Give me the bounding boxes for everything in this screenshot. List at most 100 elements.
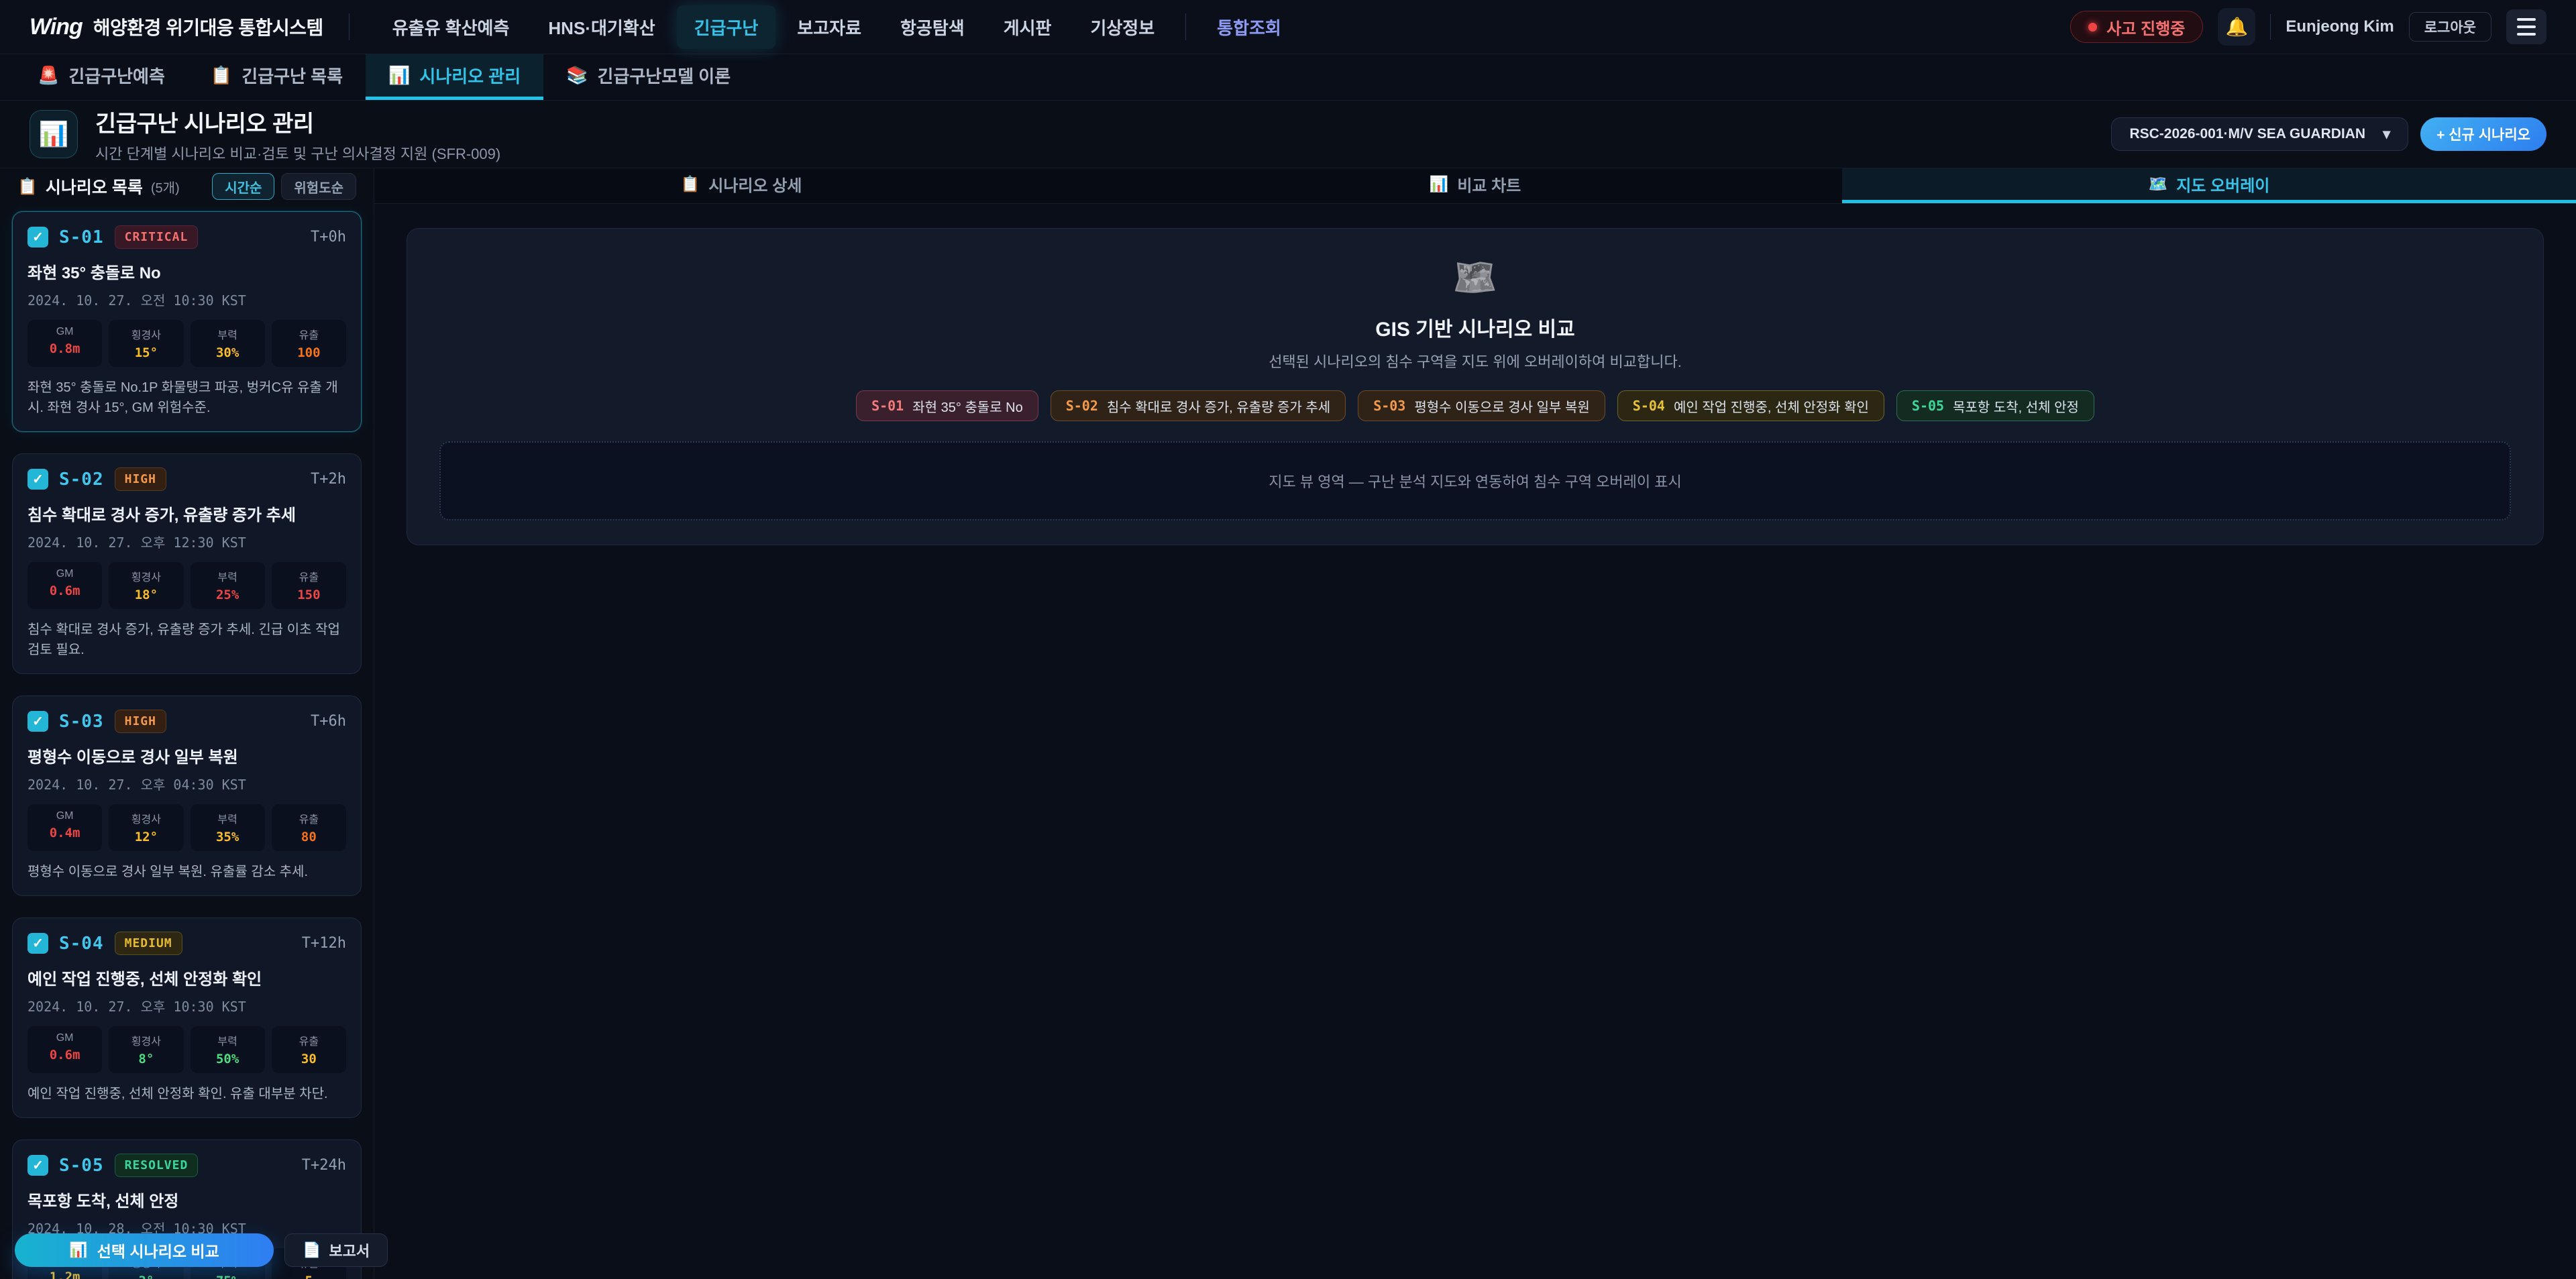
user-name: Eunjeong Kim [2286,17,2394,36]
metric-buoyancy: 부력25% [191,562,265,609]
metric-spill: 유출30 [272,1026,346,1073]
nav-item-weather[interactable]: 기상정보 [1073,5,1172,49]
app-logo: Wing 해양환경 위기대응 통합시스템 [30,13,323,40]
tab-map-overlay[interactable]: 🗺️ 지도 오버레이 [1842,168,2576,203]
scenario-checkbox[interactable]: ✓ [28,469,48,490]
scenario-title: 평형수 이동으로 경사 일부 복원 [28,744,346,767]
scenario-code: S-04 [59,934,104,954]
check-icon: ✓ [32,1157,44,1174]
scenario-chips: S-01 좌현 35° 충돌로 No S-02 침수 확대로 경사 증가, 유출… [856,390,2094,421]
sort-by-risk-button[interactable]: 위험도순 [281,173,356,200]
tab-scenario-management[interactable]: 📊 시나리오 관리 [366,54,543,100]
content: 📋 시나리오 목록 (5개) 시간순 위험도순 ✓ S-01 CRITICAL … [0,168,2576,1279]
scenario-description: 침수 확대로 경사 증가, 유출량 증가 추세. 긴급 이초 작업 검토 필요. [28,620,346,660]
scenario-title: 좌현 35° 충돌로 No [28,260,346,283]
chart-icon: 📊 [388,65,410,86]
top-navbar: Wing 해양환경 위기대응 통합시스템 유출유 확산예측 HNS·대기확산 긴… [0,0,2576,54]
tab-rescue-list[interactable]: 📋 긴급구난 목록 [188,54,366,100]
main-nav: 유출유 확산예측 HNS·대기확산 긴급구난 보고자료 항공탐색 게시판 기상정… [375,5,1299,49]
case-select-dropdown[interactable]: RSC-2026-001·M/V SEA GUARDIAN ▾ [2111,117,2408,151]
sub-navigation: 🚨 긴급구난예측 📋 긴급구난 목록 📊 시나리오 관리 📚 긴급구난모델 이론 [0,54,2576,101]
notifications-button[interactable]: 🔔 [2218,8,2255,46]
chip-code: S-02 [1066,398,1098,414]
tab-scenario-detail[interactable]: 📋 시나리오 상세 [374,168,1108,203]
tab-compare-chart[interactable]: 📊 비교 차트 [1108,168,1842,203]
scenario-checkbox[interactable]: ✓ [28,1155,48,1176]
scenario-card-s04[interactable]: ✓ S-04 MEDIUM T+12h 예인 작업 진행중, 선체 안정화 확인… [12,917,362,1118]
chip-label: 좌현 35° 충돌로 No [912,396,1022,416]
page-subtitle: 시간 단계별 시나리오 비교·검토 및 구난 의사결정 지원 (SFR-009) [95,142,500,164]
chart-icon: 📊 [1430,175,1449,193]
nav-item-integrated-search[interactable]: 통합조회 [1199,5,1299,49]
sort-by-time-button[interactable]: 시간순 [212,173,274,200]
map-view-placeholder: 지도 뷰 영역 — 구난 분석 지도와 연동하여 침수 구역 오버레이 표시 [439,441,2511,520]
scenario-list[interactable]: ✓ S-01 CRITICAL T+0h 좌현 35° 충돌로 No 2024.… [0,205,374,1279]
chip-label: 평형수 이동으로 경사 일부 복원 [1414,396,1589,416]
nav-item-rescue[interactable]: 긴급구난 [677,5,776,49]
chip-s01[interactable]: S-01 좌현 35° 충돌로 No [856,390,1038,421]
scenario-title: 예인 작업 진행중, 선체 안정화 확인 [28,966,346,989]
chevron-down-icon: ▾ [2383,125,2390,143]
metric-gm: GM0.6m [28,562,102,609]
nav-item-aerial-search[interactable]: 항공탐색 [883,5,982,49]
world-map-icon: 🗺️ [1452,257,1497,299]
scenario-card-s01[interactable]: ✓ S-01 CRITICAL T+0h 좌현 35° 충돌로 No 2024.… [12,211,362,432]
sidebar-title: 시나리오 목록 [46,174,143,199]
footer-actions: 📊 선택 시나리오 비교 📄 보고서 [15,1233,388,1267]
gis-subtitle: 선택된 시나리오의 침수 구역을 지도 위에 오버레이하여 비교합니다. [1269,350,1682,372]
compare-scenarios-button[interactable]: 📊 선택 시나리오 비교 [15,1233,274,1267]
tab-rescue-prediction[interactable]: 🚨 긴급구난예측 [15,54,188,100]
metric-buoyancy: 부력50% [191,1026,265,1073]
scenario-checkbox[interactable]: ✓ [28,711,48,732]
scenario-description: 평형수 이동으로 경사 일부 복원. 유출률 감소 추세. [28,862,346,882]
page-title: 긴급구난 시나리오 관리 [95,105,500,138]
navbar-right: 사고 진행중 🔔 Eunjeong Kim 로그아웃 [2070,8,2546,46]
scenario-checkbox[interactable]: ✓ [28,227,48,247]
incident-status-badge: 사고 진행중 [2070,11,2203,43]
scenario-card-s03[interactable]: ✓ S-03 HIGH T+6h 평형수 이동으로 경사 일부 복원 2024.… [12,696,362,896]
chip-code: S-04 [1633,398,1665,414]
report-button[interactable]: 📄 보고서 [284,1233,388,1267]
new-scenario-button[interactable]: + 신규 시나리오 [2420,117,2546,151]
incident-dot-icon [2088,23,2097,32]
scenario-datetime: 2024. 10. 27. 오후 12:30 KST [28,532,346,551]
tab-rescue-model-theory[interactable]: 📚 긴급구난모델 이론 [543,54,753,100]
chip-s02[interactable]: S-02 침수 확대로 경사 증가, 유출량 증가 추세 [1051,390,1346,421]
logout-button[interactable]: 로그아웃 [2409,12,2491,42]
scenario-code: S-05 [59,1156,104,1176]
chip-s03[interactable]: S-03 평형수 이동으로 경사 일부 복원 [1358,390,1605,421]
scenario-description: 예인 작업 진행중, 선체 안정화 확인. 유출 대부분 차단. [28,1084,346,1104]
tab-label: 긴급구난모델 이론 [598,63,731,88]
nav-item-reports[interactable]: 보고자료 [780,5,879,49]
report-button-label: 보고서 [329,1239,370,1261]
clipboard-icon: 📋 [211,65,232,86]
scenario-datetime: 2024. 10. 27. 오후 04:30 KST [28,774,346,793]
page-icon: 📊 [30,110,78,158]
chip-label: 목포항 도착, 선체 안정 [1953,396,2079,416]
hamburger-menu-button[interactable] [2506,9,2546,44]
view-tabs: 📋 시나리오 상세 📊 비교 차트 🗺️ 지도 오버레이 [374,168,2576,204]
card-header: ✓ S-03 HIGH T+6h [28,710,346,733]
nav-item-hns[interactable]: HNS·대기확산 [531,5,672,49]
divider [349,13,350,40]
incident-status-label: 사고 진행중 [2106,15,2185,39]
nav-item-board[interactable]: 게시판 [986,5,1069,49]
card-header: ✓ S-01 CRITICAL T+0h [28,225,346,249]
siren-icon: 🚨 [38,65,59,86]
tab-label: 지도 오버레이 [2176,172,2269,196]
chip-s05[interactable]: S-05 목포항 도착, 선체 안정 [1896,390,2094,421]
card-header: ✓ S-04 MEDIUM T+12h [28,932,346,955]
nav-item-oil-spill[interactable]: 유출유 확산예측 [375,5,527,49]
scenario-checkbox[interactable]: ✓ [28,933,48,954]
scenario-card-s02[interactable]: ✓ S-02 HIGH T+2h 침수 확대로 경사 증가, 유출량 증가 추세… [12,453,362,674]
metric-gm: GM0.4m [28,804,102,851]
scenario-sidebar: 📋 시나리오 목록 (5개) 시간순 위험도순 ✓ S-01 CRITICAL … [0,168,374,1279]
check-icon: ✓ [32,471,44,488]
books-icon: 📚 [566,65,588,86]
chip-code: S-01 [871,398,904,414]
chip-s04[interactable]: S-04 예인 작업 진행중, 선체 안정화 확인 [1617,390,1884,421]
metric-spill: 유출80 [272,804,346,851]
time-offset: T+2h [311,471,346,488]
tab-label: 긴급구난예측 [68,63,165,88]
metric-grid: GM0.4m 횡경사12° 부력35% 유출80 [28,804,346,851]
